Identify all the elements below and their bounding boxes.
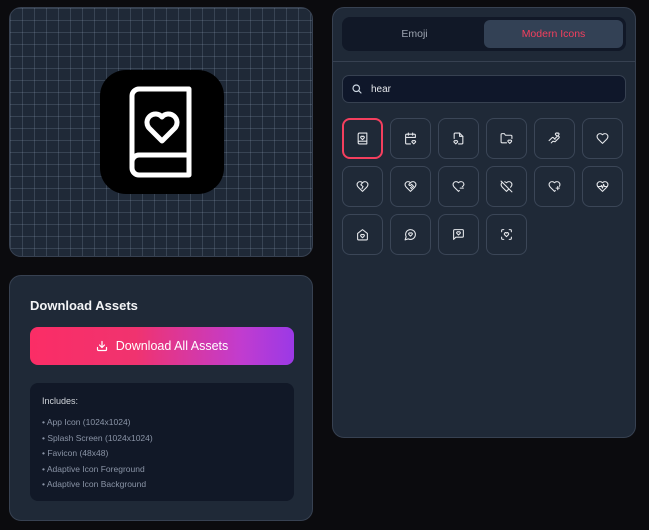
icon-cell-heart-crack[interactable] xyxy=(342,166,383,207)
includes-list: Includes: • App Icon (1024x1024) • Splas… xyxy=(30,383,294,501)
tab-modern-icons[interactable]: Modern Icons xyxy=(484,20,623,48)
icon-source-tabs: Emoji Modern Icons xyxy=(342,17,626,51)
heart-pulse-icon xyxy=(596,181,609,192)
icon-picker-panel: Emoji Modern Icons xyxy=(332,7,636,438)
list-item: • Adaptive Icon Background xyxy=(42,479,147,489)
search-input[interactable] xyxy=(371,81,611,98)
icon-cell-message-square-heart[interactable] xyxy=(438,214,479,255)
list-item: • App Icon (1024x1024) xyxy=(42,417,131,427)
download-assets-title: Download Assets xyxy=(30,298,138,313)
icon-cell-hand-heart[interactable] xyxy=(534,118,575,159)
icon-grid xyxy=(342,118,630,255)
download-button-label: Download All Assets xyxy=(115,339,229,353)
icon-search-box[interactable] xyxy=(342,75,626,103)
list-item: • Splash Screen (1024x1024) xyxy=(42,432,153,443)
icon-cell-heart-handshake[interactable] xyxy=(390,166,431,207)
divider xyxy=(333,61,635,62)
folder-heart-icon xyxy=(500,133,513,144)
icon-cell-file-heart[interactable] xyxy=(438,118,479,159)
icon-cell-folder-heart[interactable] xyxy=(486,118,527,159)
download-assets-panel: Download Assets Download All Assets Incl… xyxy=(9,275,313,521)
heart-minus-icon xyxy=(452,181,465,192)
message-square-heart-icon xyxy=(453,229,464,240)
download-all-assets-button[interactable]: Download All Assets xyxy=(30,327,294,365)
tab-emoji[interactable]: Emoji xyxy=(345,20,484,48)
icon-cell-heart-plus[interactable] xyxy=(534,166,575,207)
app-icon-preview xyxy=(100,70,224,194)
icon-cell-calendar-heart[interactable] xyxy=(390,118,431,159)
book-heart-icon xyxy=(357,132,368,145)
includes-title: Includes: xyxy=(42,396,79,406)
icon-cell-message-circle-heart[interactable] xyxy=(390,214,431,255)
list-item: • Favicon (48x48) xyxy=(42,448,109,458)
file-heart-icon xyxy=(453,132,464,145)
icon-cell-heart-off[interactable] xyxy=(486,166,527,207)
icon-cell-book-heart[interactable] xyxy=(342,118,383,159)
calendar-heart-icon xyxy=(405,132,417,145)
icon-cell-heart-minus[interactable] xyxy=(438,166,479,207)
heart-crack-icon xyxy=(356,181,369,192)
heart-icon xyxy=(596,133,609,144)
icon-cell-heart[interactable] xyxy=(582,118,623,159)
icon-cell-house-heart[interactable] xyxy=(342,214,383,255)
icon-preview xyxy=(9,7,313,257)
search-icon xyxy=(352,84,362,94)
heart-plus-icon xyxy=(548,181,561,192)
heart-off-icon xyxy=(500,180,513,193)
house-heart-icon xyxy=(357,229,368,241)
message-circle-heart-icon xyxy=(404,229,416,241)
list-item: • Adaptive Icon Foreground xyxy=(42,463,145,474)
icon-cell-scan-heart[interactable] xyxy=(486,214,527,255)
book-heart-icon xyxy=(129,86,192,178)
scan-heart-icon xyxy=(501,229,512,240)
heart-handshake-icon xyxy=(404,181,417,192)
download-icon xyxy=(96,340,107,352)
hand-heart-icon xyxy=(548,132,560,144)
icon-cell-heart-pulse[interactable] xyxy=(582,166,623,207)
